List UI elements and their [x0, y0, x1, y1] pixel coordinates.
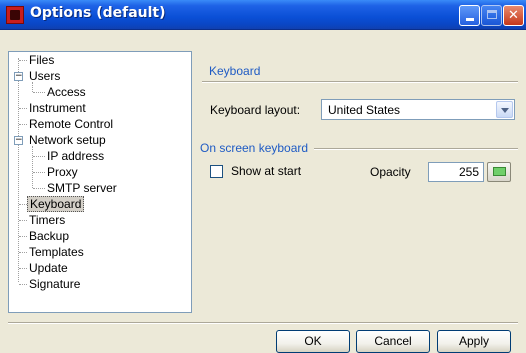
close-button[interactable]: ✕ [503, 5, 524, 26]
tree-line [33, 188, 45, 189]
osk-divider [314, 148, 518, 150]
tree-item-keyboard[interactable]: Keyboard [27, 196, 85, 212]
tree-item-files[interactable]: Files [27, 52, 56, 68]
tree-line [32, 146, 33, 188]
tree-item-instrument[interactable]: Instrument [27, 100, 88, 116]
keyboard-layout-value: United States [328, 103, 401, 117]
tree-item-access[interactable]: Access [45, 84, 88, 100]
tree-item-timers[interactable]: Timers [27, 212, 67, 228]
panel-heading-divider [202, 81, 518, 83]
minimize-icon [465, 18, 474, 21]
maximize-button[interactable] [481, 5, 502, 26]
collapse-icon[interactable]: − [14, 72, 23, 81]
title-bar[interactable]: Options (default) ✕ [0, 0, 526, 30]
tree-line [33, 172, 45, 173]
tree-item-remote-control[interactable]: Remote Control [27, 116, 115, 132]
tree-item-ip-address[interactable]: IP address [45, 148, 106, 164]
tree-line [19, 60, 27, 61]
tree-item-backup[interactable]: Backup [27, 228, 71, 244]
tree-line [19, 268, 27, 269]
keyboard-layout-select[interactable]: United States [321, 99, 515, 120]
app-icon [6, 6, 24, 24]
tree-line [19, 108, 27, 109]
tree-line [19, 220, 27, 221]
chevron-down-icon[interactable] [496, 101, 513, 118]
options-tree[interactable]: − − Files Users Access Instrument Remote… [8, 51, 192, 313]
tree-line [19, 284, 27, 285]
tree-line [19, 124, 27, 125]
cancel-button[interactable]: Cancel [356, 330, 430, 353]
tree-line [18, 58, 19, 282]
tree-line [33, 156, 45, 157]
tree-line [33, 92, 45, 93]
show-at-start-label: Show at start [231, 164, 302, 178]
opacity-label: Opacity [370, 165, 411, 179]
tree-item-templates[interactable]: Templates [27, 244, 86, 260]
tree-item-users[interactable]: Users [27, 68, 62, 84]
tree-item-network-setup[interactable]: Network setup [27, 132, 108, 148]
osk-heading: On screen keyboard [200, 141, 309, 155]
tree-item-smtp-server[interactable]: SMTP server [45, 180, 119, 196]
color-swatch-icon [493, 167, 506, 176]
footer-divider [8, 322, 518, 324]
ok-button[interactable]: OK [276, 330, 350, 353]
minimize-button[interactable] [459, 5, 480, 26]
panel-heading: Keyboard [209, 64, 261, 78]
keyboard-layout-label: Keyboard layout: [210, 103, 301, 117]
opacity-input[interactable]: 255 [428, 162, 484, 182]
tree-line [19, 236, 27, 237]
close-icon: ✕ [508, 8, 519, 23]
maximize-icon [486, 10, 497, 19]
apply-button[interactable]: Apply [437, 330, 511, 353]
show-at-start-checkbox[interactable] [210, 165, 223, 178]
window-title: Options (default) [30, 5, 166, 21]
collapse-icon[interactable]: − [14, 136, 23, 145]
tree-item-update[interactable]: Update [27, 260, 70, 276]
opacity-color-button[interactable] [487, 162, 511, 182]
tree-line [19, 204, 27, 205]
tree-item-signature[interactable]: Signature [27, 276, 82, 292]
tree-item-proxy[interactable]: Proxy [45, 164, 80, 180]
tree-line [19, 252, 27, 253]
